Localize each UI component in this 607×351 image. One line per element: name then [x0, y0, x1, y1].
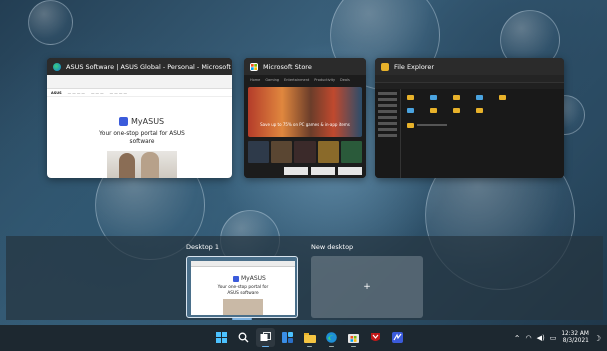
active-desktop-indicator	[232, 318, 252, 320]
search-button[interactable]	[234, 328, 253, 347]
asus-site-nav: ASUS — — — — — — — — — — —	[47, 89, 232, 97]
desktop1-thumbnail[interactable]: MyASUS Your one-stop portal for ASUS sof…	[186, 256, 298, 318]
folder-icon	[407, 95, 414, 100]
wallpaper-bubble	[28, 0, 73, 45]
explorer-window-titlebar: File Explorer	[375, 58, 564, 75]
edge-window-titlebar: ASUS Software | ASUS Global - Personal -…	[47, 58, 232, 75]
battery-icon[interactable]: ▭	[550, 334, 557, 342]
store-tiles	[248, 141, 363, 163]
folder-icon	[476, 108, 483, 113]
file-explorer-icon	[303, 333, 316, 343]
explorer-navpane	[375, 89, 401, 178]
explorer-toolbar	[375, 75, 564, 83]
edge-tabstrip	[47, 75, 232, 89]
volume-icon[interactable]: ◀)	[537, 334, 545, 342]
explorer-addressbar	[375, 83, 564, 89]
new-desktop-button[interactable]: +	[311, 256, 423, 318]
widgets-button[interactable]	[278, 328, 297, 347]
edge-window-title: ASUS Software | ASUS Global - Personal -…	[66, 62, 232, 71]
store-hero-banner: Save up to 75% on PC games & in-app item…	[248, 87, 362, 137]
edge-window-thumbnail[interactable]: ASUS Software | ASUS Global - Personal -…	[47, 58, 232, 178]
desktop1-label: Desktop 1	[186, 243, 220, 251]
store-hero-text: Save up to 75% on PC games & in-app item…	[260, 122, 350, 127]
mcafee-icon	[371, 333, 380, 341]
clock-date: 8/3/2021	[562, 338, 589, 344]
clock[interactable]: 12:32 AM 8/3/2021	[561, 331, 589, 345]
new-desktop-label: New desktop	[311, 243, 354, 251]
desktop1-photo	[223, 299, 263, 315]
folder-icon	[430, 108, 437, 113]
folder-icon	[499, 95, 506, 100]
start-button[interactable]	[212, 328, 231, 347]
wifi-icon[interactable]: ◠	[525, 334, 531, 342]
folder-icon	[476, 95, 483, 100]
plus-icon: +	[363, 282, 371, 292]
edge-icon	[326, 332, 337, 343]
start-icon	[216, 332, 227, 343]
store-window-title: Microsoft Store	[263, 62, 312, 71]
mcafee-button[interactable]	[366, 328, 385, 347]
myasus-logo: MyASUS	[119, 117, 164, 126]
store-window-titlebar: Microsoft Store	[244, 58, 366, 75]
system-tray: ⌃ ◠ ◀) ▭ 12:32 AM 8/3/2021 ☽	[514, 325, 601, 351]
explorer-preview	[375, 75, 564, 178]
taskbar: ⌃ ◠ ◀) ▭ 12:32 AM 8/3/2021 ☽	[0, 325, 607, 351]
file-row	[417, 124, 447, 126]
people-photo	[107, 151, 177, 178]
myasus-button[interactable]	[388, 328, 407, 347]
virtual-desktops-bar	[6, 236, 603, 320]
folder-icon	[407, 108, 414, 113]
search-icon	[238, 332, 249, 343]
desktop1-window-preview: MyASUS Your one-stop portal for ASUS sof…	[191, 261, 295, 315]
edge-icon	[53, 62, 61, 71]
store-button[interactable]	[344, 328, 363, 347]
myasus-tagline: Your one-stop portal for ASUS software	[99, 131, 185, 145]
store-window-thumbnail[interactable]: Microsoft Store Home Gaming Entertainment P…	[244, 58, 366, 178]
folder-icon	[453, 95, 460, 100]
store-icon	[348, 334, 359, 343]
store-page-preview: Home Gaming Entertainment Productivity Deals…	[244, 75, 366, 178]
store-nav: Home Gaming Entertainment Productivity Deals	[250, 78, 350, 82]
task-view-icon	[260, 332, 271, 341]
chevron-up-icon[interactable]: ⌃	[514, 334, 521, 343]
desktop1-myasus-logo: MyASUS	[233, 275, 266, 282]
clock-time: 12:32 AM	[561, 330, 589, 337]
myasus-icon	[119, 117, 128, 126]
explorer-window-thumbnail[interactable]: File Explorer	[375, 58, 564, 178]
myasus-icon	[392, 332, 403, 343]
desktop1-tagline: Your one-stop portal for ASUS software	[217, 285, 269, 296]
store-icon	[250, 62, 258, 71]
edge-page-preview: ASUS — — — — — — — — — — — MyASUS Your one-…	[47, 75, 232, 178]
notifications-icon[interactable]: ☽	[594, 334, 601, 343]
edge-button[interactable]	[322, 328, 341, 347]
folder-icon	[407, 123, 414, 128]
file-explorer-button[interactable]	[300, 328, 319, 347]
folder-icon	[430, 95, 437, 100]
folder-icon	[453, 108, 460, 113]
widgets-icon	[282, 332, 293, 343]
folder-icon	[381, 62, 389, 71]
taskbar-apps	[212, 328, 407, 347]
store-strip	[284, 167, 362, 175]
explorer-window-title: File Explorer	[394, 62, 435, 71]
task-view-button[interactable]	[256, 328, 275, 347]
